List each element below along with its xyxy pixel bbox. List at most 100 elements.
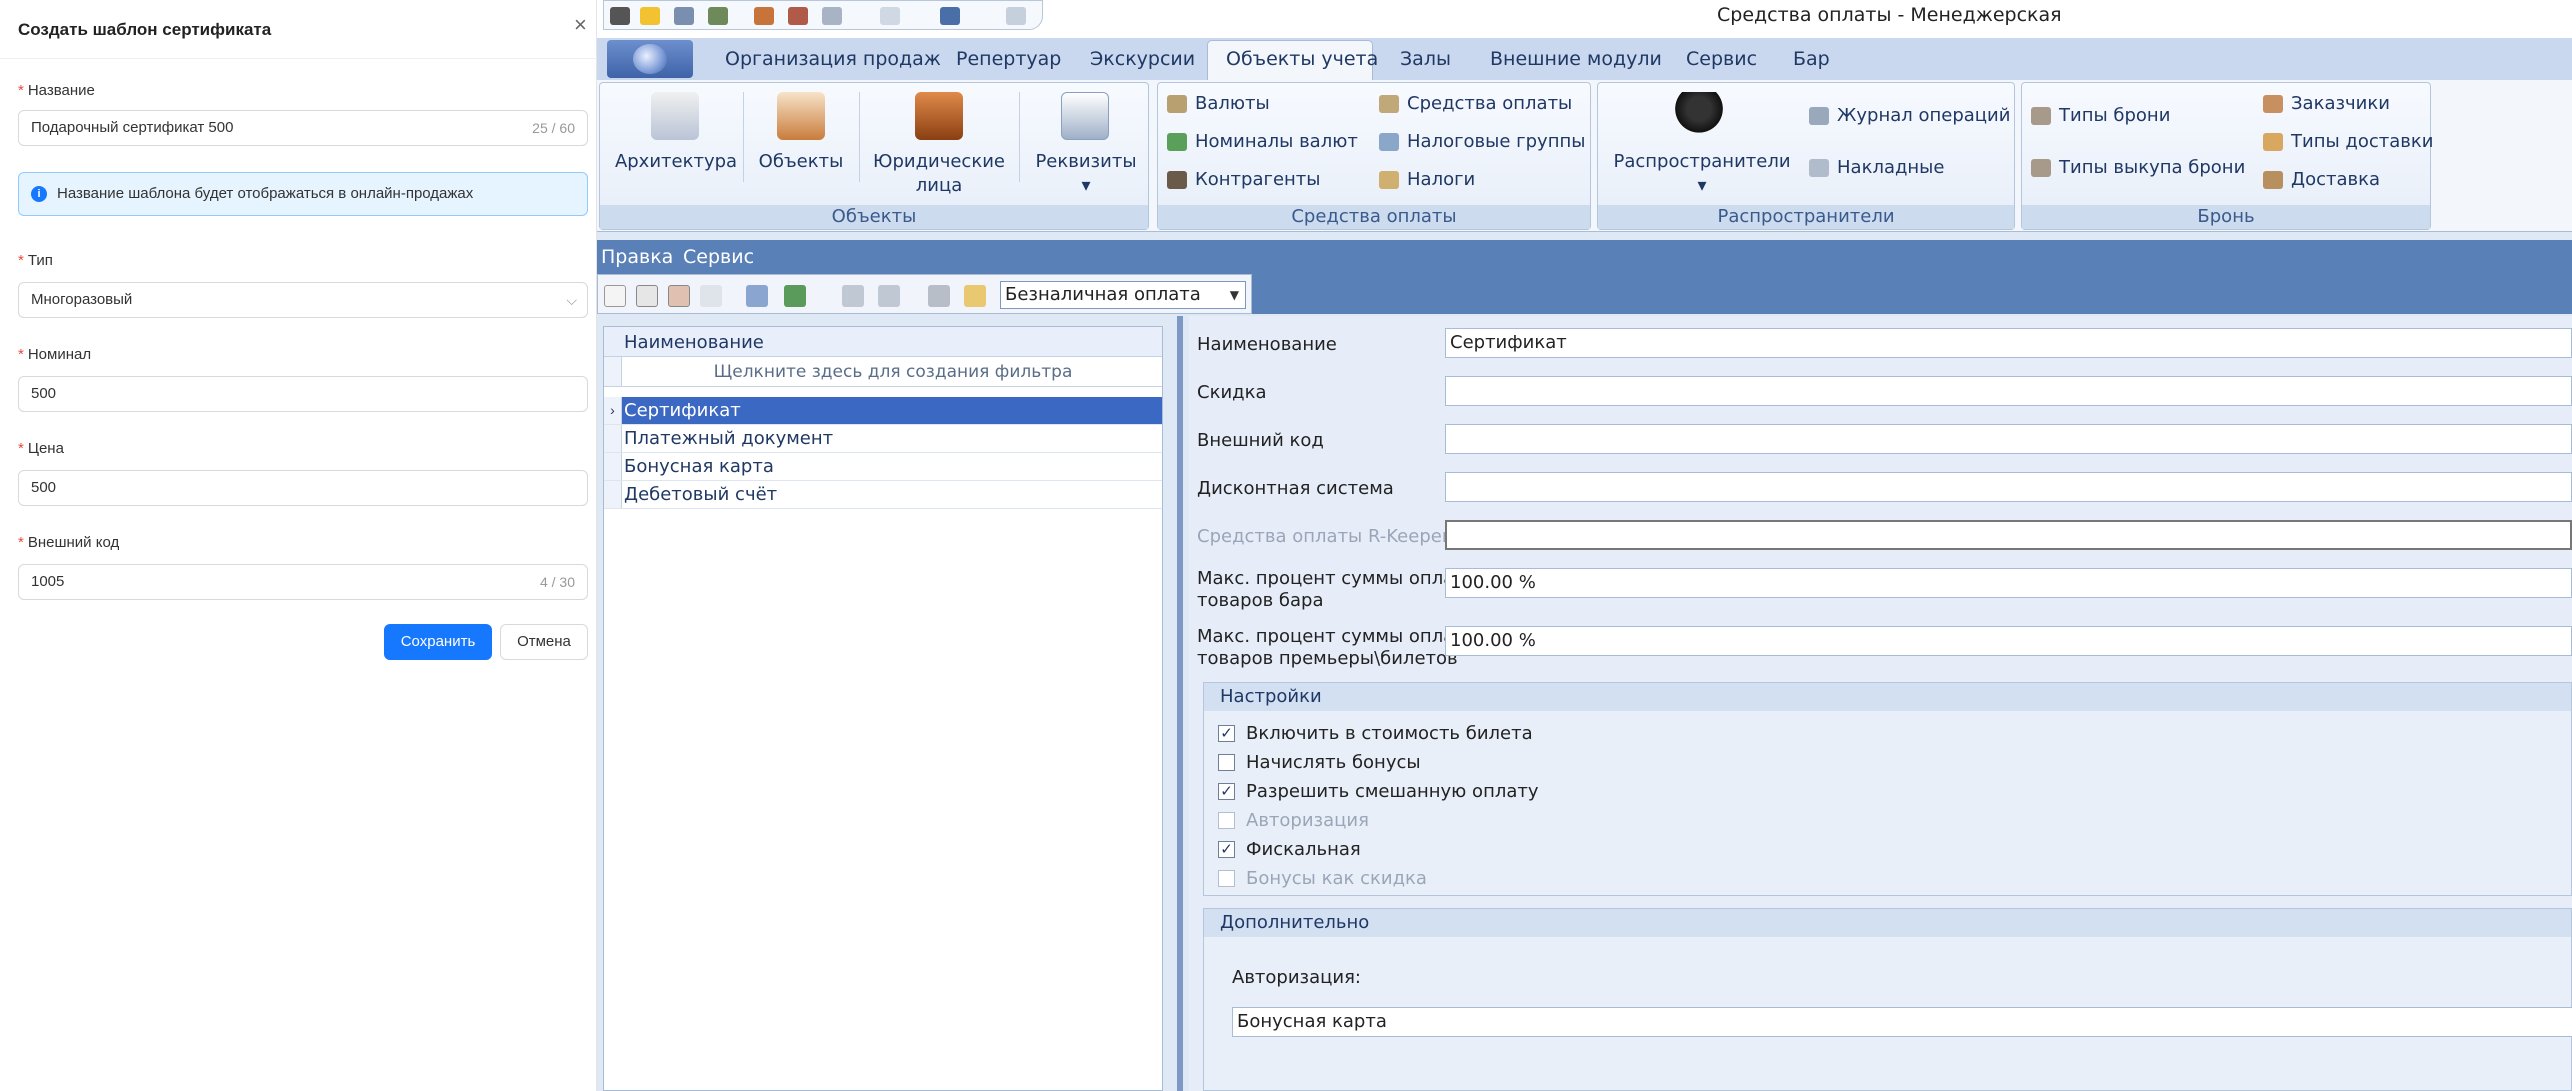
- folder-icon: [1379, 133, 1399, 151]
- invoices-button[interactable]: Накладные: [1809, 156, 1944, 180]
- taxes-button[interactable]: Налоги: [1379, 168, 1475, 192]
- denominations-button[interactable]: Номиналы валют: [1167, 130, 1358, 154]
- type-label: * Тип: [18, 252, 53, 269]
- tab-bar[interactable]: Бар: [1793, 48, 1830, 70]
- cancel-ticket-icon[interactable]: [788, 7, 808, 25]
- checkbox-accrue-bonuses[interactable]: Начислять бонусы: [1218, 752, 1421, 774]
- max-bar-field[interactable]: 100.00 %: [1445, 568, 2572, 598]
- legal-entities-button[interactable]: Юридические лица: [869, 150, 1009, 198]
- grid-row[interactable]: Бонусная карта: [604, 453, 1162, 481]
- customers-button[interactable]: Заказчики: [2263, 92, 2390, 116]
- hall-icon[interactable]: [708, 7, 728, 25]
- name-input[interactable]: Подарочный сертификат 500 25 / 60: [18, 110, 588, 146]
- refresh-disabled-icon[interactable]: [700, 285, 722, 307]
- excel-icon[interactable]: [784, 285, 806, 307]
- tax-groups-button[interactable]: Налоговые группы: [1379, 130, 1585, 154]
- booking-icon: [2031, 159, 2051, 177]
- payment-means-button[interactable]: Средства оплаты: [1379, 92, 1572, 116]
- app-menu-button[interactable]: [607, 40, 693, 78]
- nominal-input[interactable]: 500: [18, 376, 588, 412]
- delete-icon[interactable]: [668, 285, 690, 307]
- customer-icon: [2263, 95, 2283, 113]
- ticket-icon[interactable]: [754, 7, 774, 25]
- star-icon[interactable]: [640, 7, 660, 25]
- cancel-button[interactable]: Отмена: [500, 624, 588, 660]
- menu-service[interactable]: Сервис: [683, 246, 754, 268]
- extcode-input[interactable]: 1005 4 / 30: [18, 564, 588, 600]
- info-alert: i Название шаблона будет отображаться в о…: [18, 172, 588, 216]
- collapse-icon[interactable]: [878, 285, 900, 307]
- currencies-button[interactable]: Валюты: [1167, 92, 1270, 116]
- extcode-counter: 4 / 30: [539, 574, 575, 590]
- separator: [1019, 92, 1020, 182]
- copy-icon[interactable]: [822, 7, 842, 25]
- save-button[interactable]: Сохранить: [384, 624, 492, 660]
- contractors-button[interactable]: Контрагенты: [1167, 168, 1321, 192]
- price-input[interactable]: 500: [18, 470, 588, 506]
- close-icon[interactable]: ×: [574, 14, 587, 36]
- coins-icon: [1167, 133, 1187, 151]
- grid-row[interactable]: › Сертификат: [604, 397, 1162, 425]
- app-icon[interactable]: [610, 7, 630, 25]
- invoice-icon: [1809, 159, 1829, 177]
- tab-external-modules[interactable]: Внешние модули: [1490, 48, 1662, 70]
- max-premiere-field[interactable]: 100.00 %: [1445, 626, 2572, 656]
- checkbox-bonus-as-discount[interactable]: Бонусы как скидка: [1218, 868, 1427, 890]
- tab-excursions[interactable]: Экскурсии: [1090, 48, 1195, 70]
- discount-field[interactable]: [1445, 376, 2572, 406]
- discount-system-label: Дисконтная система: [1197, 478, 1394, 499]
- calendar-icon[interactable]: [674, 7, 694, 25]
- info-icon: i: [31, 186, 47, 202]
- checkbox-fiscal[interactable]: ✓ Фискальная: [1218, 839, 1361, 861]
- monitor-icon[interactable]: [940, 7, 960, 25]
- additional-header[interactable]: Дополнительно: [1204, 909, 2571, 937]
- checkbox-mixed-payment[interactable]: ✓ Разрешить смешанную оплату: [1218, 781, 1539, 803]
- settings-header[interactable]: Настройки: [1204, 683, 2571, 711]
- expand-icon[interactable]: [842, 285, 864, 307]
- extcode-label: Внешний код: [1197, 430, 1324, 451]
- extcode-field[interactable]: [1445, 424, 2572, 454]
- grid-header[interactable]: Наименование: [604, 327, 1162, 357]
- new-icon[interactable]: [604, 285, 626, 307]
- requisites-button[interactable]: Реквизиты ▾: [1027, 150, 1145, 198]
- distributors-button[interactable]: Распространители ▾: [1607, 150, 1797, 198]
- delivery-button[interactable]: Доставка: [2263, 168, 2380, 192]
- name-field[interactable]: Сертификат: [1445, 328, 2572, 358]
- sync-icon[interactable]: [746, 285, 768, 307]
- chevron-down-icon: ⌵: [566, 292, 577, 308]
- menu-edit[interactable]: Правка: [601, 246, 673, 268]
- checkbox-include-ticket[interactable]: ✓ Включить в стоимость билета: [1218, 723, 1533, 745]
- authorization-field[interactable]: Бонусная карта: [1232, 1007, 2572, 1037]
- chevron-down-icon: ▼: [1229, 288, 1239, 302]
- grid-row[interactable]: Платежный документ: [604, 425, 1162, 453]
- objects-button[interactable]: Объекты: [751, 150, 851, 174]
- pane-splitter[interactable]: [1177, 316, 1183, 1091]
- checkbox-authorization[interactable]: Авторизация: [1218, 810, 1369, 832]
- payment-type-select[interactable]: Безналичная оплата ▼: [1000, 281, 1246, 309]
- edit-icon[interactable]: [636, 285, 658, 307]
- tab-halls[interactable]: Залы: [1400, 48, 1451, 70]
- grid-row[interactable]: Дебетовый счёт: [604, 481, 1162, 509]
- tab-service[interactable]: Сервис: [1686, 48, 1757, 70]
- drawer-divider: [0, 58, 597, 59]
- rkeeper-label: Средства оплаты R-Keeper: [1197, 526, 1450, 547]
- filter-icon: [604, 357, 622, 386]
- buyout-types-button[interactable]: Типы выкупа брони: [2031, 156, 2245, 180]
- quick-access-toolbar: [603, 0, 1043, 30]
- type-select[interactable]: Многоразовый ⌵: [18, 282, 588, 318]
- box-icon: [2263, 133, 2283, 151]
- tab-repertoire[interactable]: Репертуар: [956, 48, 1061, 70]
- booking-types-button[interactable]: Типы брони: [2031, 104, 2170, 128]
- folder-icon[interactable]: [964, 285, 986, 307]
- architecture-button[interactable]: Архитектура: [611, 150, 741, 174]
- discount-system-field[interactable]: [1445, 472, 2572, 502]
- tab-sales[interactable]: Организация продаж: [725, 48, 941, 70]
- trash-icon[interactable]: [928, 285, 950, 307]
- tab-accounting-objects[interactable]: Объекты учета: [1226, 48, 1378, 70]
- list-icon[interactable]: [1006, 7, 1026, 25]
- journal-button[interactable]: Журнал операций: [1809, 104, 2010, 128]
- rkeeper-field[interactable]: [1445, 520, 2572, 550]
- document-icon[interactable]: [880, 7, 900, 25]
- grid-filter-row[interactable]: Щелкните здесь для создания фильтра: [604, 357, 1162, 387]
- delivery-types-button[interactable]: Типы доставки: [2263, 130, 2433, 154]
